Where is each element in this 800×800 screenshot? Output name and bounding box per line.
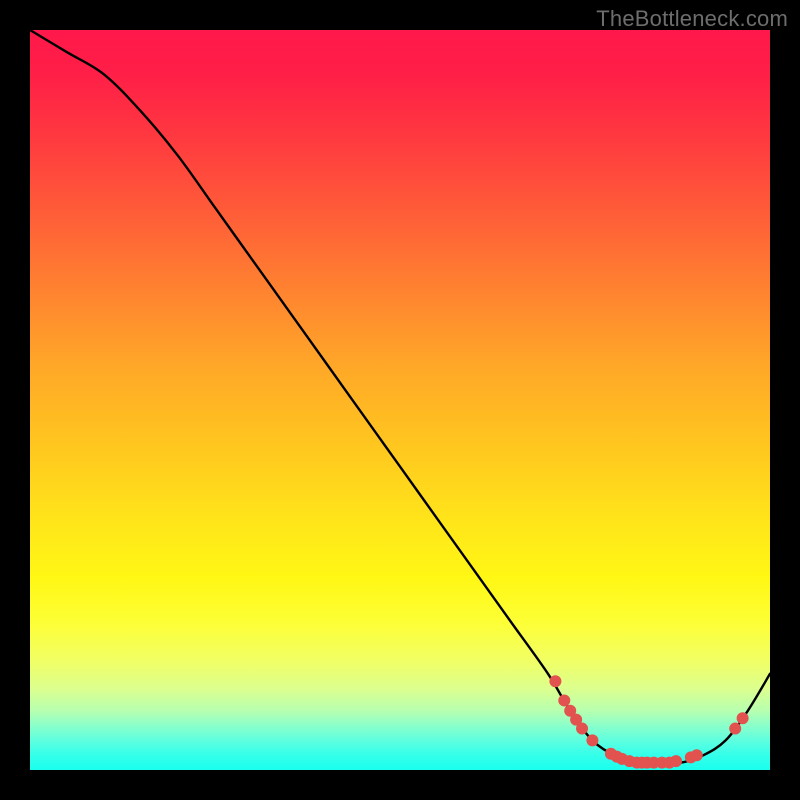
chart-marker [586, 734, 598, 746]
chart-marker [549, 675, 561, 687]
chart-marker [729, 723, 741, 735]
chart-marker [737, 712, 749, 724]
chart-marker [558, 694, 570, 706]
chart-markers [549, 675, 748, 768]
chart-marker [670, 755, 682, 767]
chart-marker [576, 723, 588, 735]
chart-svg [30, 30, 770, 770]
plot-area [30, 30, 770, 770]
chart-marker [691, 749, 703, 761]
chart-frame: TheBottleneck.com [0, 0, 800, 800]
bottleneck-curve [30, 30, 770, 763]
watermark-text: TheBottleneck.com [596, 6, 788, 32]
